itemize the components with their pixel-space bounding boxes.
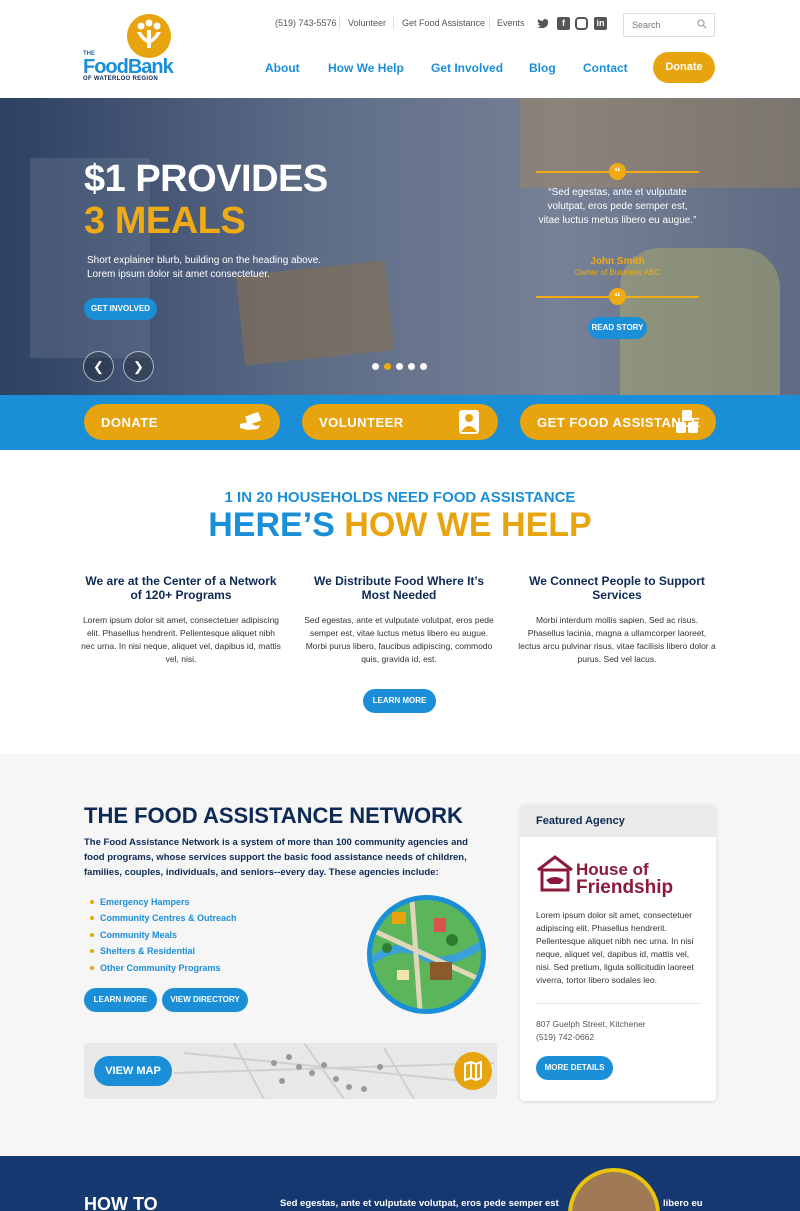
quote-mark-icon: “ (609, 288, 626, 305)
house-of-friendship-logo-icon (537, 855, 573, 892)
featured-agency-card: Featured Agency House of Friendship Lore… (520, 805, 716, 1101)
cta-band: DONATE VOLUNTEER GET FOOD ASSISTANCE (0, 395, 800, 450)
utility-volunteer-link[interactable]: Volunteer (348, 18, 386, 28)
help-column-body: Sed egestas, ante et vulputate volutpat,… (304, 615, 494, 664)
instagram-icon[interactable] (575, 17, 588, 30)
slider-dot[interactable] (420, 363, 427, 370)
twitter-icon[interactable] (537, 17, 550, 30)
foodbank-logo[interactable]: THE FoodBank OF WATERLOO REGION (83, 14, 174, 86)
help-kicker: 1 IN 20 HOUSEHOLDS NEED FOOD ASSISTANCE (224, 489, 576, 506)
chevron-left-icon: ❮ (93, 359, 104, 374)
divider (536, 1003, 700, 1004)
slider-dot[interactable] (408, 363, 415, 370)
utility-events-link[interactable]: Events (497, 18, 525, 28)
map-icon[interactable] (454, 1052, 492, 1090)
hand-money-icon (240, 412, 262, 430)
phone-link[interactable]: (519) 743-5576 (275, 18, 337, 28)
search-icon[interactable] (697, 19, 707, 29)
slider-dot-active[interactable] (384, 363, 391, 370)
header-donate-button[interactable]: Donate (653, 52, 715, 83)
help-column-heading: We are at the Center of a Network of 120… (85, 574, 277, 602)
hero-title: $1 PROVIDES (84, 158, 328, 200)
featured-agency-header: Featured Agency (520, 805, 716, 837)
cta-food-assistance-button[interactable]: GET FOOD ASSISTANCE (520, 404, 716, 440)
testimonial-name: John Smith (590, 256, 645, 267)
hero-photo-area (520, 98, 800, 188)
help-learn-more-button[interactable]: LEARN MORE (363, 689, 436, 713)
network-list: Emergency Hampers Community Centres & Ou… (90, 894, 237, 976)
network-intro: The Food Assistance Network is a system … (84, 837, 468, 878)
agency-phone[interactable]: (519) 742-0662 (536, 1031, 594, 1044)
how-to-photo (568, 1168, 660, 1211)
how-to-text: Sed egestas, ante et vulputate volutpat,… (280, 1198, 559, 1209)
agency-address: 807 Guelph Street, Kitchener (536, 1019, 646, 1029)
network-list-item[interactable]: Community Meals (90, 927, 237, 943)
utility-food-assistance-link[interactable]: Get Food Assistance (402, 18, 485, 28)
nav-how-we-help[interactable]: How We Help (328, 61, 404, 75)
network-map-illustration (367, 895, 486, 1014)
search-input[interactable] (624, 14, 694, 36)
cta-label: DONATE (101, 415, 158, 430)
hero-get-involved-button[interactable]: GET INVOLVED (84, 298, 157, 320)
logo-subtitle: OF WATERLOO REGION (83, 76, 158, 82)
site-header: THE FoodBank OF WATERLOO REGION (519) 74… (0, 0, 800, 98)
agency-logo-text: Friendship (576, 877, 674, 898)
search-box (623, 13, 715, 37)
network-list-item[interactable]: Community Centres & Outreach (90, 910, 237, 926)
quote-mark-icon: “ (609, 163, 626, 180)
help-column-body: Morbi interdum mollis sapien. Sed ac ris… (518, 615, 716, 664)
agency-description: Lorem ipsum dolor sit amet, consectetuer… (536, 910, 694, 985)
network-list-item[interactable]: Shelters & Residential (90, 943, 237, 959)
cta-label: VOLUNTEER (319, 415, 404, 430)
hero-slider: $1 PROVIDES 3 MEALS Short explainer blur… (0, 98, 800, 395)
slider-dot[interactable] (372, 363, 379, 370)
cta-volunteer-button[interactable]: VOLUNTEER (302, 404, 498, 440)
divider (339, 17, 340, 29)
help-title: HERE’S HOW WE HELP (0, 506, 800, 545)
network-list-item[interactable]: Emergency Hampers (90, 894, 237, 910)
help-title-part: HERE’S (208, 506, 345, 544)
how-to-section: HOW TO Sed egestas, ante et vulputate vo… (0, 1156, 800, 1211)
help-column-heading: We Connect People to Support Services (529, 574, 705, 602)
nav-get-involved[interactable]: Get Involved (431, 61, 503, 75)
chevron-right-icon: ❯ (133, 359, 144, 374)
nav-contact[interactable]: Contact (583, 61, 628, 75)
network-learn-more-button[interactable]: LEARN MORE (84, 988, 157, 1012)
network-title: THE FOOD ASSISTANCE NETWORK (84, 803, 463, 828)
divider (489, 17, 490, 29)
featured-agency-heading: Featured Agency (536, 815, 625, 827)
food-cans-icon (676, 410, 698, 433)
slider-prev-button[interactable]: ❮ (83, 351, 114, 382)
read-story-button[interactable]: READ STORY (588, 317, 647, 339)
cta-donate-button[interactable]: DONATE (84, 404, 280, 440)
help-column-body: Lorem ipsum dolor sit amet, consectetuer… (81, 615, 281, 664)
slider-dot[interactable] (396, 363, 403, 370)
divider (393, 17, 394, 29)
view-map-button[interactable]: VIEW MAP (94, 1056, 172, 1086)
linkedin-icon[interactable]: in (594, 17, 607, 30)
slider-next-button[interactable]: ❯ (123, 351, 154, 382)
hero-title-accent: 3 MEALS (84, 200, 246, 242)
logo-emblem-icon (127, 14, 171, 58)
how-to-text-tail: libero eu (663, 1198, 703, 1209)
help-column-heading: We Distribute Food Where It’s Most Neede… (313, 574, 484, 602)
view-directory-button[interactable]: VIEW DIRECTORY (162, 988, 248, 1012)
testimonial-quote: “Sed egestas, ante et vulputate volutpat… (538, 187, 697, 226)
nav-about[interactable]: About (265, 61, 300, 75)
hero-blurb: Short explainer blurb, building on the h… (87, 255, 322, 280)
testimonial-role: Owner of Business ABC (574, 268, 661, 277)
facebook-icon[interactable]: f (557, 17, 570, 30)
help-title-accent: HOW WE HELP (344, 506, 592, 544)
more-details-button[interactable]: MORE DETAILS (536, 1056, 613, 1080)
how-to-heading: HOW TO (84, 1194, 158, 1211)
nav-blog[interactable]: Blog (529, 61, 556, 75)
volunteer-person-icon (459, 410, 479, 434)
network-list-item[interactable]: Other Community Programs (90, 960, 237, 976)
map-preview[interactable]: VIEW MAP (84, 1043, 497, 1099)
